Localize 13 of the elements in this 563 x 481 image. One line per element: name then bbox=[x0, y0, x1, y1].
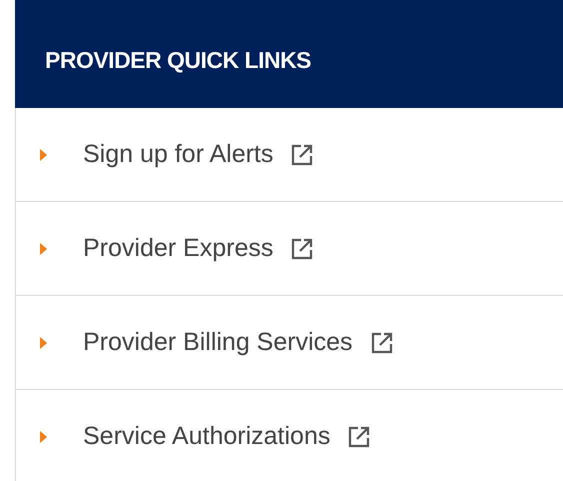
caret-icon bbox=[40, 148, 47, 160]
quick-link[interactable]: Provider Billing Services bbox=[83, 324, 353, 362]
external-link-icon bbox=[291, 144, 314, 166]
external-link-icon bbox=[348, 426, 370, 448]
quick-link[interactable]: Sign up for Alerts bbox=[83, 136, 274, 174]
caret-icon bbox=[40, 242, 47, 254]
quick-link[interactable]: Provider Express bbox=[83, 230, 274, 268]
external-link-icon bbox=[370, 332, 393, 354]
external-link-icon bbox=[291, 238, 314, 260]
quick-link[interactable]: Service Authorizations bbox=[83, 418, 330, 456]
panel-title: PROVIDER QUICK LINKS bbox=[45, 46, 312, 75]
caret-icon bbox=[40, 431, 47, 443]
caret-icon bbox=[40, 336, 47, 348]
